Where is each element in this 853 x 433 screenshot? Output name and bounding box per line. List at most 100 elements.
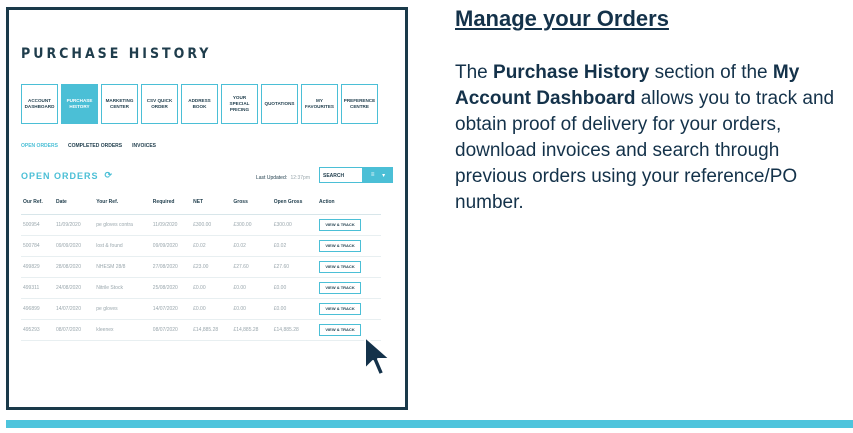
tab-invoices[interactable]: INVOICES bbox=[132, 143, 156, 149]
cell-required: 08/07/2020 bbox=[150, 319, 192, 341]
cell-net: £0.02 bbox=[191, 235, 232, 257]
tile-account-dashboard[interactable]: ACCOUNT DASHBOARD bbox=[21, 84, 58, 124]
view-track-button[interactable]: VIEW & TRACK bbox=[319, 261, 362, 273]
open-orders-title: OPEN ORDERS bbox=[21, 170, 99, 181]
cell-your-ref: pe gloves contra bbox=[94, 214, 151, 236]
tile-my-favourites[interactable]: MY FAVOURITES bbox=[301, 84, 338, 124]
cell-gross: £0.02 bbox=[231, 235, 272, 257]
cell-net: £0.00 bbox=[191, 277, 232, 299]
open-orders-heading: OPEN ORDERS ⟳ bbox=[21, 170, 113, 181]
para-text-1: The bbox=[455, 62, 494, 83]
refresh-icon[interactable]: ⟳ bbox=[105, 170, 114, 181]
cell-net: £14,885.28 bbox=[191, 319, 232, 341]
para-bold-purchase-history: Purchase History bbox=[493, 62, 650, 83]
page-heading: Manage your Orders bbox=[455, 6, 669, 31]
table-header-row: Our Ref. Date Your Ref. Required NET Gro… bbox=[21, 199, 381, 215]
table-row: 500954 11/09/2020 pe gloves contra 11/09… bbox=[21, 214, 381, 236]
filter-icon: ≡ bbox=[370, 172, 375, 178]
cell-required: 27/08/2020 bbox=[150, 256, 192, 278]
cell-our-ref: 499311 bbox=[21, 277, 54, 299]
cell-open-gross: £300.00 bbox=[271, 214, 318, 236]
cell-date: 09/09/2020 bbox=[53, 235, 95, 257]
cell-date: 28/08/2020 bbox=[53, 256, 95, 278]
cell-your-ref: Nitrile Stock bbox=[94, 277, 151, 299]
cell-action: VIEW & TRACK bbox=[317, 256, 381, 278]
cell-gross: £0.00 bbox=[231, 298, 272, 320]
chevron-down-icon: ▾ bbox=[382, 172, 386, 179]
para-text-2: section of the bbox=[649, 62, 773, 83]
tile-address-book[interactable]: ADDRESS BOOK bbox=[181, 84, 218, 124]
last-updated-label: Last Updated: bbox=[256, 175, 288, 181]
col-gross: Gross bbox=[231, 199, 272, 215]
dashboard-tiles: ACCOUNT DASHBOARD PURCHASE HISTORY MARKE… bbox=[21, 84, 378, 124]
cell-required: 25/08/2020 bbox=[150, 277, 192, 299]
tile-purchase-history[interactable]: PURCHASE HISTORY bbox=[61, 84, 98, 124]
table-row: 499311 24/08/2020 Nitrile Stock 25/08/20… bbox=[21, 277, 381, 299]
cell-required: 09/09/2020 bbox=[150, 235, 192, 257]
cell-required: 11/09/2020 bbox=[150, 214, 192, 236]
tab-completed-orders[interactable]: COMPLETED ORDERS bbox=[68, 143, 122, 149]
cell-date: 11/09/2020 bbox=[53, 214, 95, 236]
tile-csv-quick-order[interactable]: CSV QUICK ORDER bbox=[141, 84, 178, 124]
cell-our-ref: 499829 bbox=[21, 256, 54, 278]
col-date: Date bbox=[53, 199, 95, 215]
purchase-history-title: PURCHASE HISTORY bbox=[21, 46, 212, 62]
cell-open-gross: £0.02 bbox=[271, 235, 318, 257]
search-button[interactable]: ≡ ▾ bbox=[363, 167, 393, 183]
view-track-button[interactable]: VIEW & TRACK bbox=[319, 219, 362, 231]
cell-gross: £300.00 bbox=[231, 214, 272, 236]
cell-required: 14/07/2020 bbox=[150, 298, 192, 320]
description-paragraph: The Purchase History section of the My A… bbox=[455, 60, 845, 216]
cell-your-ref: kleenex bbox=[94, 319, 151, 341]
screenshot-frame: PURCHASE HISTORY ACCOUNT DASHBOARD PURCH… bbox=[6, 7, 408, 410]
cell-net: £23.00 bbox=[191, 256, 232, 278]
cell-gross: £14,885.28 bbox=[231, 319, 272, 341]
view-track-button[interactable]: VIEW & TRACK bbox=[319, 324, 362, 336]
bottom-accent-bar bbox=[6, 420, 853, 428]
col-open-gross: Open Gross bbox=[271, 199, 318, 215]
tile-quotations[interactable]: QUOTATIONS bbox=[261, 84, 298, 124]
view-track-button[interactable]: VIEW & TRACK bbox=[319, 240, 362, 252]
cell-your-ref: lost & found bbox=[94, 235, 151, 257]
cell-date: 24/08/2020 bbox=[53, 277, 95, 299]
cell-open-gross: £0.00 bbox=[271, 277, 318, 299]
cell-our-ref: 496899 bbox=[21, 298, 54, 320]
cell-open-gross: £14,885.28 bbox=[271, 319, 318, 341]
cell-gross: £27.60 bbox=[231, 256, 272, 278]
cell-our-ref: 500784 bbox=[21, 235, 54, 257]
tile-marketing-center[interactable]: MARKETING CENTER bbox=[101, 84, 138, 124]
col-action: Action bbox=[317, 199, 381, 215]
cell-our-ref: 500954 bbox=[21, 214, 54, 236]
table-row: 496899 14/07/2020 pe gloves 14/07/2020 £… bbox=[21, 298, 381, 320]
tab-open-orders[interactable]: OPEN ORDERS bbox=[21, 143, 58, 149]
view-track-button[interactable]: VIEW & TRACK bbox=[319, 303, 362, 315]
last-updated-time: 12:37pm bbox=[290, 175, 310, 181]
col-net: NET bbox=[191, 199, 232, 215]
cell-action: VIEW & TRACK bbox=[317, 298, 381, 320]
tile-special-pricing[interactable]: YOUR SPECIAL PRICING bbox=[221, 84, 258, 124]
cell-open-gross: £27.60 bbox=[271, 256, 318, 278]
col-required: Required bbox=[150, 199, 192, 215]
order-subtabs: OPEN ORDERS COMPLETED ORDERS INVOICES bbox=[21, 143, 156, 149]
last-updated: Last Updated: 12:37pm bbox=[256, 175, 310, 181]
cell-action: VIEW & TRACK bbox=[317, 214, 381, 236]
cell-our-ref: 495293 bbox=[21, 319, 54, 341]
orders-table: Our Ref. Date Your Ref. Required NET Gro… bbox=[21, 199, 381, 341]
cell-open-gross: £0.00 bbox=[271, 298, 318, 320]
view-track-button[interactable]: VIEW & TRACK bbox=[319, 282, 362, 294]
cell-your-ref: pe gloves bbox=[94, 298, 151, 320]
cell-date: 14/07/2020 bbox=[53, 298, 95, 320]
cell-action: VIEW & TRACK bbox=[317, 235, 381, 257]
cell-date: 08/07/2020 bbox=[53, 319, 95, 341]
cell-net: £0.00 bbox=[191, 298, 232, 320]
cursor-icon bbox=[364, 336, 391, 376]
table-row: 499829 28/08/2020 NHESM 28/8 27/08/2020 … bbox=[21, 256, 381, 278]
cell-your-ref: NHESM 28/8 bbox=[94, 256, 151, 278]
cell-net: £300.00 bbox=[191, 214, 232, 236]
cell-action: VIEW & TRACK bbox=[317, 277, 381, 299]
col-your-ref: Your Ref. bbox=[94, 199, 151, 215]
cell-gross: £0.00 bbox=[231, 277, 272, 299]
tile-preference-centre[interactable]: PREFERENCE CENTRE bbox=[341, 84, 378, 124]
table-row: 500784 09/09/2020 lost & found 09/09/202… bbox=[21, 235, 381, 257]
search-input[interactable]: SEARCH bbox=[319, 167, 363, 183]
